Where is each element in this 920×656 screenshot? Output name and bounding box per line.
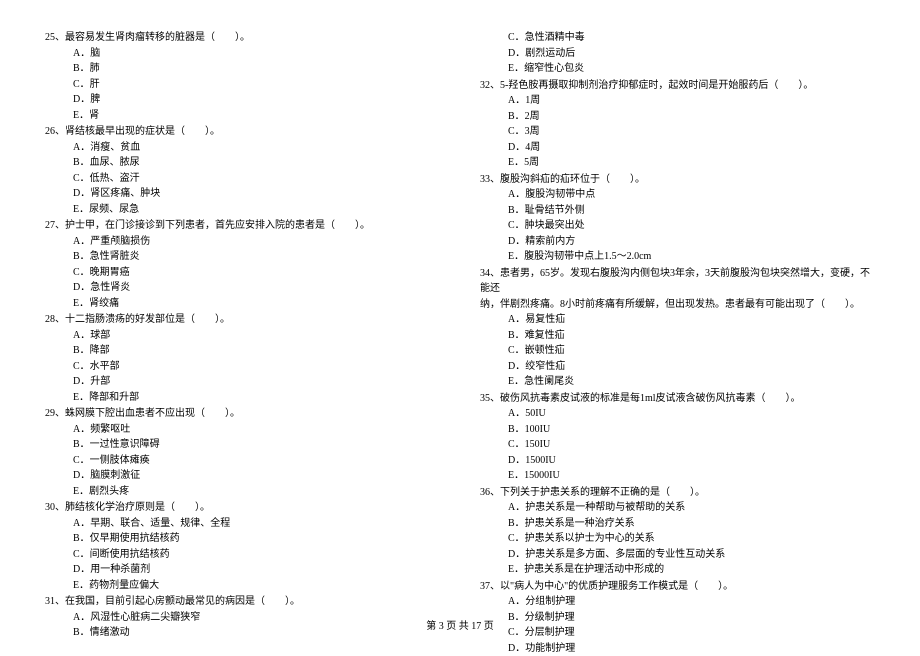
- q35-opt-d: D．1500IU: [480, 453, 875, 469]
- q30-opt-a: A．早期、联合、适量、规律、全程: [45, 516, 440, 532]
- q31-stem: 31、在我国，目前引起心房颤动最常见的病因是（ ）。: [45, 594, 440, 610]
- q28-opt-a: A．球部: [45, 328, 440, 344]
- q34-stem2: 纳，伴剧烈疼痛。8小时前疼痛有所缓解，但出现发热。患者最有可能出现了（ ）。: [480, 297, 875, 313]
- question-36: 36、下列关于护患关系的理解不正确的是（ ）。 A．护患关系是一种帮助与被帮助的…: [480, 485, 875, 578]
- question-30: 30、肺结核化学治疗原则是（ ）。 A．早期、联合、适量、规律、全程 B．仅早期…: [45, 500, 440, 593]
- q27-opt-a: A．严重颅脑损伤: [45, 234, 440, 250]
- q31-opt-e: E．缩窄性心包炎: [480, 61, 875, 77]
- q28-opt-c: C．水平部: [45, 359, 440, 375]
- q34-opt-e: E．急性阑尾炎: [480, 374, 875, 390]
- q31-opt-d: D．剧烈运动后: [480, 46, 875, 62]
- q35-opt-b: B．100IU: [480, 422, 875, 438]
- q33-opt-b: B．耻骨结节外侧: [480, 203, 875, 219]
- q27-opt-b: B．急性肾脏炎: [45, 249, 440, 265]
- q36-stem: 36、下列关于护患关系的理解不正确的是（ ）。: [480, 485, 875, 501]
- left-column: 25、最容易发生肾肉瘤转移的脏器是（ ）。 A．脑 B．肺 C．肝 D．脾 E．…: [45, 30, 440, 610]
- q27-opt-e: E．肾绞痛: [45, 296, 440, 312]
- q36-opt-a: A．护患关系是一种帮助与被帮助的关系: [480, 500, 875, 516]
- question-32: 32、5-羟色胺再摄取抑制剂治疗抑郁症时，起效时间是开始服药后（ ）。 A．1周…: [480, 78, 875, 171]
- q37-stem: 37、以"病人为中心"的优质护理服务工作模式是（ ）。: [480, 579, 875, 595]
- q32-opt-e: E．5周: [480, 155, 875, 171]
- q29-opt-a: A．频繁呕吐: [45, 422, 440, 438]
- q28-opt-d: D．升部: [45, 374, 440, 390]
- q32-opt-a: A．1周: [480, 93, 875, 109]
- q27-opt-d: D．急性肾炎: [45, 280, 440, 296]
- right-column: C．急性酒精中毒 D．剧烈运动后 E．缩窄性心包炎 32、5-羟色胺再摄取抑制剂…: [480, 30, 875, 610]
- q26-opt-e: E．尿频、尿急: [45, 202, 440, 218]
- question-35: 35、破伤风抗毒素皮试液的标准是每1ml皮试液含破伤风抗毒素（ ）。 A．50I…: [480, 391, 875, 484]
- q26-opt-b: B．血尿、脓尿: [45, 155, 440, 171]
- q29-opt-d: D．脑膜刺激征: [45, 468, 440, 484]
- q34-opt-c: C．嵌顿性疝: [480, 343, 875, 359]
- q33-opt-c: C．肿块最突出处: [480, 218, 875, 234]
- q25-opt-d: D．脾: [45, 92, 440, 108]
- q33-opt-a: A．腹股沟韧带中点: [480, 187, 875, 203]
- q37-opt-a: A．分组制护理: [480, 594, 875, 610]
- question-28: 28、十二指肠溃疡的好发部位是（ ）。 A．球部 B．降部 C．水平部 D．升部…: [45, 312, 440, 405]
- q25-opt-b: B．肺: [45, 61, 440, 77]
- q34-opt-b: B．难复性疝: [480, 328, 875, 344]
- q36-opt-e: E．护患关系是在护理活动中形成的: [480, 562, 875, 578]
- question-33: 33、腹股沟斜疝的疝环位于（ ）。 A．腹股沟韧带中点 B．耻骨结节外侧 C．肿…: [480, 172, 875, 265]
- question-27: 27、护士甲，在门诊接诊到下列患者，首先应安排入院的患者是（ ）。 A．严重颅脑…: [45, 218, 440, 311]
- q32-opt-c: C．3周: [480, 124, 875, 140]
- question-26: 26、肾结核最早出现的症状是（ ）。 A．消瘦、贫血 B．血尿、脓尿 C．低热、…: [45, 124, 440, 217]
- q25-opt-e: E．肾: [45, 108, 440, 124]
- q29-stem: 29、蛛网膜下腔出血患者不应出现（ ）。: [45, 406, 440, 422]
- q28-stem: 28、十二指肠溃疡的好发部位是（ ）。: [45, 312, 440, 328]
- q33-opt-d: D．精索前内方: [480, 234, 875, 250]
- question-31-cont: C．急性酒精中毒 D．剧烈运动后 E．缩窄性心包炎: [480, 30, 875, 77]
- q25-opt-a: A．脑: [45, 46, 440, 62]
- q33-stem: 33、腹股沟斜疝的疝环位于（ ）。: [480, 172, 875, 188]
- q36-opt-b: B．护患关系是一种治疗关系: [480, 516, 875, 532]
- q34-opt-d: D．绞窄性疝: [480, 359, 875, 375]
- q30-opt-d: D．用一种杀菌剂: [45, 562, 440, 578]
- question-34: 34、患者男，65岁。发现右腹股沟内侧包块3年余，3天前腹股沟包块突然增大，变硬…: [480, 266, 875, 390]
- q26-opt-c: C．低热、盗汗: [45, 171, 440, 187]
- q27-opt-c: C．晚期胃癌: [45, 265, 440, 281]
- q26-opt-d: D．肾区疼痛、肿块: [45, 186, 440, 202]
- q31-opt-c: C．急性酒精中毒: [480, 30, 875, 46]
- q26-opt-a: A．消瘦、贫血: [45, 140, 440, 156]
- q33-opt-e: E．腹股沟韧带中点上1.5～2.0cm: [480, 249, 875, 265]
- q30-stem: 30、肺结核化学治疗原则是（ ）。: [45, 500, 440, 516]
- q37-opt-d: D．功能制护理: [480, 641, 875, 656]
- q35-opt-e: E．15000IU: [480, 468, 875, 484]
- q36-opt-d: D．护患关系是多方面、多层面的专业性互动关系: [480, 547, 875, 563]
- q30-opt-b: B．仅早期使用抗结核药: [45, 531, 440, 547]
- q32-opt-b: B．2周: [480, 109, 875, 125]
- q32-opt-d: D．4周: [480, 140, 875, 156]
- question-25: 25、最容易发生肾肉瘤转移的脏器是（ ）。 A．脑 B．肺 C．肝 D．脾 E．…: [45, 30, 440, 123]
- q35-opt-c: C．150IU: [480, 437, 875, 453]
- q34-stem1: 34、患者男，65岁。发现右腹股沟内侧包块3年余，3天前腹股沟包块突然增大，变硬…: [480, 266, 875, 297]
- page-footer: 第 3 页 共 17 页: [0, 617, 920, 632]
- q29-opt-c: C．一侧肢体瘫痪: [45, 453, 440, 469]
- question-29: 29、蛛网膜下腔出血患者不应出现（ ）。 A．频繁呕吐 B．一过性意识障碍 C．…: [45, 406, 440, 499]
- q35-stem: 35、破伤风抗毒素皮试液的标准是每1ml皮试液含破伤风抗毒素（ ）。: [480, 391, 875, 407]
- q35-opt-a: A．50IU: [480, 406, 875, 422]
- q25-stem: 25、最容易发生肾肉瘤转移的脏器是（ ）。: [45, 30, 440, 46]
- content-columns: 25、最容易发生肾肉瘤转移的脏器是（ ）。 A．脑 B．肺 C．肝 D．脾 E．…: [45, 30, 875, 610]
- q29-opt-b: B．一过性意识障碍: [45, 437, 440, 453]
- q28-opt-b: B．降部: [45, 343, 440, 359]
- q27-stem: 27、护士甲，在门诊接诊到下列患者，首先应安排入院的患者是（ ）。: [45, 218, 440, 234]
- q26-stem: 26、肾结核最早出现的症状是（ ）。: [45, 124, 440, 140]
- q28-opt-e: E．降部和升部: [45, 390, 440, 406]
- q36-opt-c: C．护患关系以护士为中心的关系: [480, 531, 875, 547]
- q30-opt-c: C．间断使用抗结核药: [45, 547, 440, 563]
- q32-stem: 32、5-羟色胺再摄取抑制剂治疗抑郁症时，起效时间是开始服药后（ ）。: [480, 78, 875, 94]
- q29-opt-e: E．剧烈头疼: [45, 484, 440, 500]
- q25-opt-c: C．肝: [45, 77, 440, 93]
- q30-opt-e: E．药物剂量应偏大: [45, 578, 440, 594]
- q34-opt-a: A．易复性疝: [480, 312, 875, 328]
